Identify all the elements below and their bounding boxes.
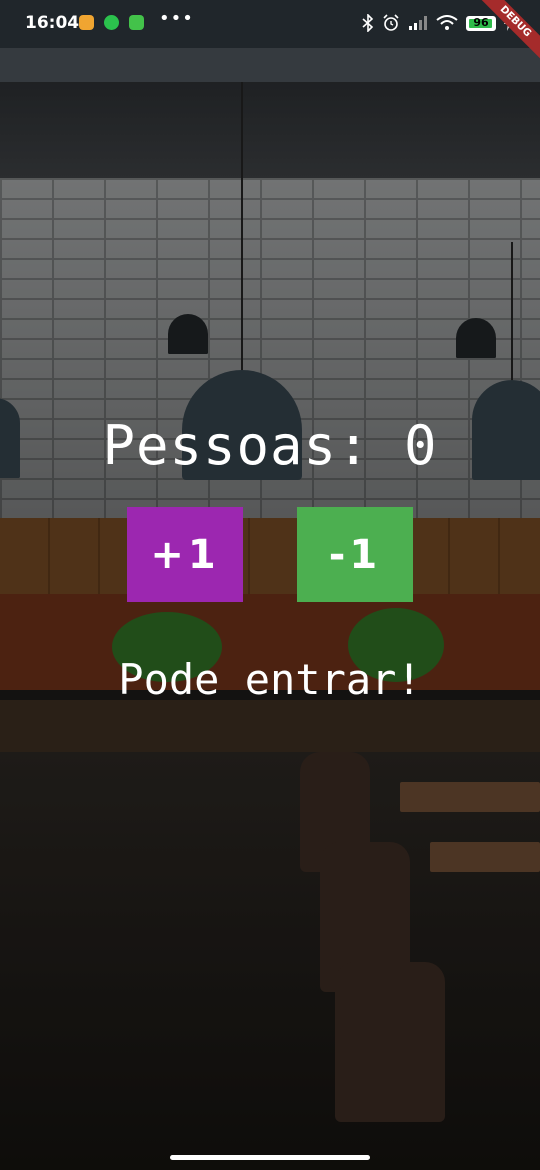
people-count-label: Pessoas: 0 xyxy=(102,414,438,477)
entry-status-message: Pode entrar! xyxy=(118,655,422,704)
increment-button[interactable]: +1 xyxy=(127,507,243,602)
bluetooth-icon xyxy=(362,14,374,32)
decrement-button[interactable]: -1 xyxy=(297,507,413,602)
signal-icon xyxy=(409,16,427,30)
background-image xyxy=(0,82,540,1170)
system-icons: 96 xyxy=(362,12,512,34)
battery-icon: 96 xyxy=(466,15,496,31)
status-time: 16:04 xyxy=(25,13,80,33)
app-bar xyxy=(0,48,540,82)
more-notifications-icon: ••• xyxy=(159,8,194,29)
app-icon xyxy=(129,15,144,30)
battery-level: 96 xyxy=(473,15,489,29)
status-bar: 16:04 ••• 96 xyxy=(0,0,540,48)
message-icon xyxy=(79,15,94,30)
whatsapp-icon xyxy=(104,15,119,30)
home-indicator[interactable] xyxy=(170,1155,370,1160)
wifi-icon xyxy=(436,15,458,30)
increment-button-label: +1 xyxy=(150,531,220,578)
decrement-button-label: -1 xyxy=(328,531,382,578)
alarm-icon xyxy=(383,14,399,31)
